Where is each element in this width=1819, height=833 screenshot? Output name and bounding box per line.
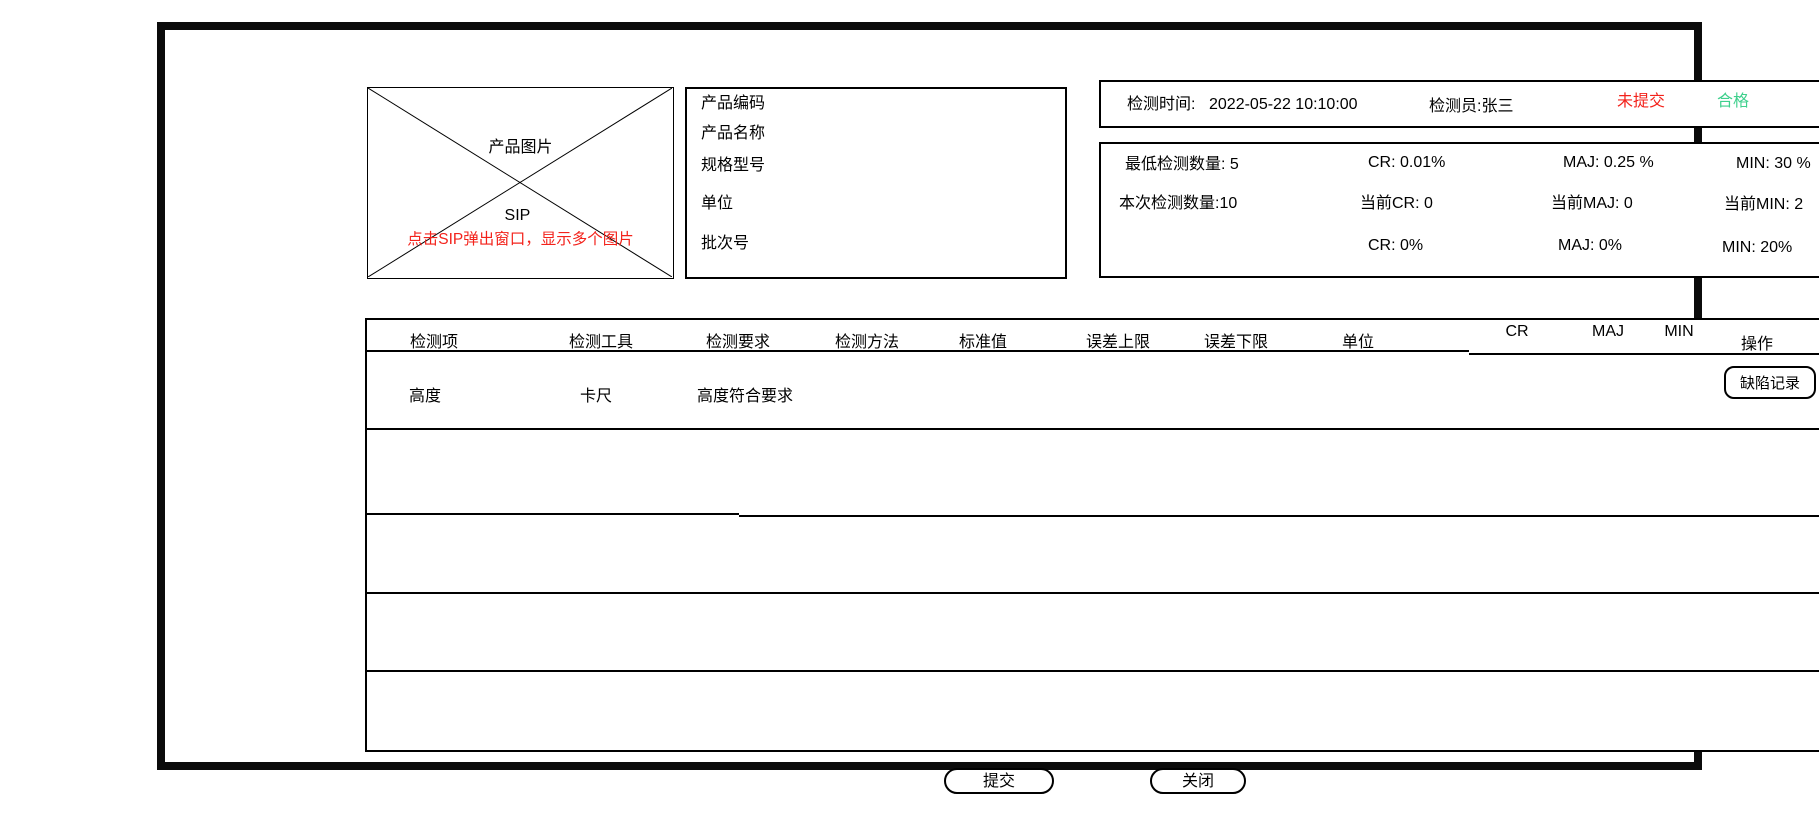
col-header-method: 检测方法 (835, 328, 899, 352)
inspection-window: 产品图片 SIP 点击SIP弹出窗口，显示多个图片 产品编码 产品名称 规格型号… (0, 0, 1819, 833)
field-label-unit: 单位 (701, 194, 733, 214)
stat-cr-limit: CR: 0.01% (1368, 153, 1445, 173)
defect-record-button[interactable]: 缺陷记录 (1724, 366, 1816, 399)
result-status-badge: 合格 (1717, 92, 1749, 112)
inspection-table: 检测项 检测工具 检测要求 检测方法 标准值 误差上限 误差下限 单位 CR M… (365, 318, 1819, 752)
row-divider-2b (739, 515, 1819, 517)
sip-label[interactable]: SIP (505, 206, 531, 226)
stat-current-count: 本次检测数量:10 (1119, 194, 1237, 214)
stats-panel: 最低检测数量: 5 CR: 0.01% MAJ: 0.25 % MIN: 30 … (1099, 142, 1819, 278)
submit-status-badge: 未提交 (1617, 92, 1665, 112)
stat-min-limit: MIN: 30 % (1736, 154, 1811, 174)
col-header-lower-limit: 误差下限 (1204, 328, 1268, 352)
stat-current-cr: 当前CR: 0 (1360, 194, 1433, 214)
field-label-product-name: 产品名称 (701, 124, 765, 144)
window-frame: 产品图片 SIP 点击SIP弹出窗口，显示多个图片 产品编码 产品名称 规格型号… (157, 22, 1702, 770)
stat-maj-rate: MAJ: 0% (1558, 236, 1622, 256)
inspector-name: 检测员:张三 (1429, 97, 1513, 117)
inspection-time-value: 2022-05-22 10:10:00 (1209, 95, 1358, 115)
header-divider (367, 350, 1469, 352)
row-divider-3 (367, 592, 1819, 594)
field-label-batch-number: 批次号 (701, 234, 749, 254)
stat-maj-limit: MAJ: 0.25 % (1563, 153, 1654, 173)
product-fields-panel: 产品编码 产品名称 规格型号 单位 批次号 (685, 87, 1067, 279)
col-header-min: MIN (1664, 323, 1693, 341)
sip-hint-text: 点击SIP弹出窗口，显示多个图片 (407, 230, 633, 250)
col-header-unit: 单位 (1342, 328, 1374, 352)
col-header-upper-limit: 误差上限 (1086, 328, 1150, 352)
inspection-time-label: 检测时间: (1127, 95, 1195, 115)
inspection-header-panel: 检测时间: 2022-05-22 10:10:00 检测员:张三 未提交 合格 (1099, 80, 1819, 128)
row-tool-value: 卡尺 (580, 382, 612, 406)
product-image-placeholder[interactable]: 产品图片 SIP 点击SIP弹出窗口，显示多个图片 (367, 87, 674, 279)
col-header-standard: 标准值 (959, 328, 1007, 352)
stat-cr-rate: CR: 0% (1368, 236, 1423, 256)
close-button[interactable]: 关闭 (1150, 768, 1246, 794)
col-header-cr: CR (1505, 323, 1528, 341)
row-divider-2a (367, 513, 739, 515)
field-label-product-code: 产品编码 (701, 94, 765, 114)
col-header-tool: 检测工具 (569, 328, 633, 352)
col-header-action: 操作 (1741, 330, 1773, 354)
col-header-item: 检测项 (410, 328, 458, 352)
col-header-requirement: 检测要求 (706, 328, 770, 352)
row-requirement-value: 高度符合要求 (697, 382, 793, 406)
submit-button[interactable]: 提交 (944, 768, 1054, 794)
col-header-maj: MAJ (1592, 323, 1624, 341)
stat-current-min: 当前MIN: 2 (1724, 195, 1803, 215)
stat-min-rate: MIN: 20% (1722, 238, 1792, 258)
row-divider-4 (367, 670, 1819, 672)
header-divider-right (1469, 353, 1819, 355)
field-label-spec-model: 规格型号 (701, 156, 765, 176)
row-item-value: 高度 (409, 382, 441, 406)
row-divider-1 (367, 428, 1819, 430)
stat-min-required: 最低检测数量: 5 (1125, 155, 1239, 175)
product-image-label: 产品图片 (488, 138, 552, 158)
stat-current-maj: 当前MAJ: 0 (1551, 194, 1633, 214)
